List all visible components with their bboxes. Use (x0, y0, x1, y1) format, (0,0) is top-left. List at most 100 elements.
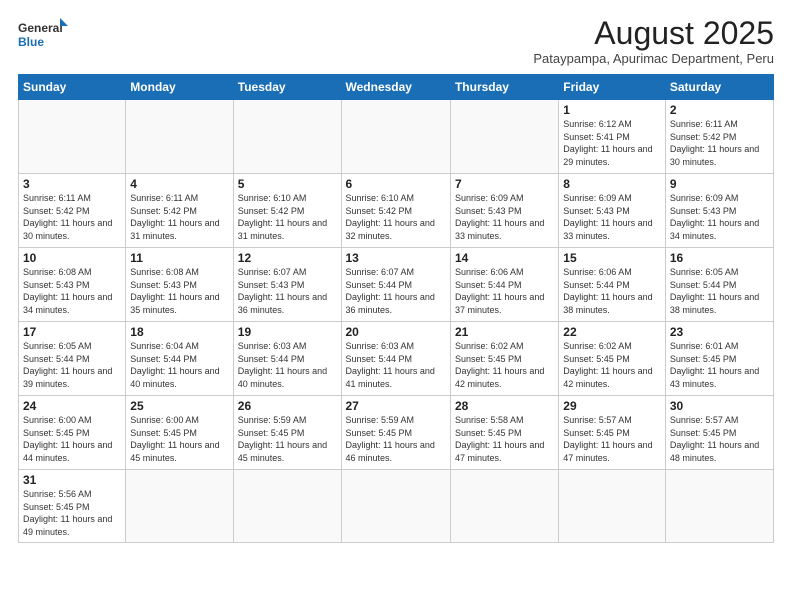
col-header-monday: Monday (126, 75, 233, 100)
calendar-cell: 23Sunrise: 6:01 AM Sunset: 5:45 PM Dayli… (665, 322, 773, 396)
day-info: Sunrise: 5:57 AM Sunset: 5:45 PM Dayligh… (670, 414, 769, 464)
page: General Blue August 2025 Pataypampa, Apu… (0, 0, 792, 612)
day-number: 27 (346, 399, 446, 413)
logo: General Blue (18, 16, 68, 54)
calendar-cell: 22Sunrise: 6:02 AM Sunset: 5:45 PM Dayli… (559, 322, 666, 396)
calendar-cell: 13Sunrise: 6:07 AM Sunset: 5:44 PM Dayli… (341, 248, 450, 322)
day-info: Sunrise: 6:02 AM Sunset: 5:45 PM Dayligh… (563, 340, 661, 390)
day-info: Sunrise: 6:11 AM Sunset: 5:42 PM Dayligh… (23, 192, 121, 242)
day-info: Sunrise: 6:10 AM Sunset: 5:42 PM Dayligh… (346, 192, 446, 242)
calendar-cell: 31Sunrise: 5:56 AM Sunset: 5:45 PM Dayli… (19, 470, 126, 542)
day-info: Sunrise: 6:07 AM Sunset: 5:44 PM Dayligh… (346, 266, 446, 316)
day-info: Sunrise: 6:03 AM Sunset: 5:44 PM Dayligh… (238, 340, 337, 390)
day-number: 7 (455, 177, 554, 191)
svg-text:General: General (18, 21, 63, 35)
day-info: Sunrise: 6:05 AM Sunset: 5:44 PM Dayligh… (670, 266, 769, 316)
calendar-cell (559, 470, 666, 542)
day-number: 29 (563, 399, 661, 413)
day-info: Sunrise: 6:00 AM Sunset: 5:45 PM Dayligh… (130, 414, 228, 464)
calendar-cell: 25Sunrise: 6:00 AM Sunset: 5:45 PM Dayli… (126, 396, 233, 470)
calendar-cell: 18Sunrise: 6:04 AM Sunset: 5:44 PM Dayli… (126, 322, 233, 396)
calendar-cell: 27Sunrise: 5:59 AM Sunset: 5:45 PM Dayli… (341, 396, 450, 470)
day-number: 22 (563, 325, 661, 339)
calendar-cell: 16Sunrise: 6:05 AM Sunset: 5:44 PM Dayli… (665, 248, 773, 322)
day-info: Sunrise: 6:09 AM Sunset: 5:43 PM Dayligh… (670, 192, 769, 242)
day-info: Sunrise: 6:02 AM Sunset: 5:45 PM Dayligh… (455, 340, 554, 390)
calendar-cell: 29Sunrise: 5:57 AM Sunset: 5:45 PM Dayli… (559, 396, 666, 470)
day-info: Sunrise: 6:08 AM Sunset: 5:43 PM Dayligh… (23, 266, 121, 316)
calendar-week-4: 17Sunrise: 6:05 AM Sunset: 5:44 PM Dayli… (19, 322, 774, 396)
day-number: 13 (346, 251, 446, 265)
day-info: Sunrise: 6:05 AM Sunset: 5:44 PM Dayligh… (23, 340, 121, 390)
day-number: 15 (563, 251, 661, 265)
day-number: 20 (346, 325, 446, 339)
day-info: Sunrise: 6:01 AM Sunset: 5:45 PM Dayligh… (670, 340, 769, 390)
calendar: SundayMondayTuesdayWednesdayThursdayFrid… (18, 74, 774, 542)
day-number: 28 (455, 399, 554, 413)
day-number: 21 (455, 325, 554, 339)
col-header-tuesday: Tuesday (233, 75, 341, 100)
day-number: 17 (23, 325, 121, 339)
calendar-cell: 19Sunrise: 6:03 AM Sunset: 5:44 PM Dayli… (233, 322, 341, 396)
day-info: Sunrise: 6:09 AM Sunset: 5:43 PM Dayligh… (563, 192, 661, 242)
calendar-cell: 6Sunrise: 6:10 AM Sunset: 5:42 PM Daylig… (341, 174, 450, 248)
calendar-cell: 8Sunrise: 6:09 AM Sunset: 5:43 PM Daylig… (559, 174, 666, 248)
day-number: 5 (238, 177, 337, 191)
title-block: August 2025 Pataypampa, Apurimac Departm… (533, 16, 774, 66)
calendar-cell (341, 100, 450, 174)
calendar-cell (665, 470, 773, 542)
generalblue-logo-icon: General Blue (18, 16, 68, 54)
day-number: 19 (238, 325, 337, 339)
calendar-cell: 14Sunrise: 6:06 AM Sunset: 5:44 PM Dayli… (450, 248, 558, 322)
calendar-cell (450, 100, 558, 174)
day-info: Sunrise: 6:11 AM Sunset: 5:42 PM Dayligh… (130, 192, 228, 242)
header: General Blue August 2025 Pataypampa, Apu… (18, 16, 774, 66)
day-info: Sunrise: 5:56 AM Sunset: 5:45 PM Dayligh… (23, 488, 121, 538)
col-header-wednesday: Wednesday (341, 75, 450, 100)
calendar-cell: 3Sunrise: 6:11 AM Sunset: 5:42 PM Daylig… (19, 174, 126, 248)
svg-text:Blue: Blue (18, 35, 44, 49)
calendar-cell: 15Sunrise: 6:06 AM Sunset: 5:44 PM Dayli… (559, 248, 666, 322)
day-info: Sunrise: 5:57 AM Sunset: 5:45 PM Dayligh… (563, 414, 661, 464)
calendar-cell: 1Sunrise: 6:12 AM Sunset: 5:41 PM Daylig… (559, 100, 666, 174)
col-header-thursday: Thursday (450, 75, 558, 100)
calendar-cell (126, 470, 233, 542)
calendar-cell: 12Sunrise: 6:07 AM Sunset: 5:43 PM Dayli… (233, 248, 341, 322)
day-number: 3 (23, 177, 121, 191)
calendar-cell: 10Sunrise: 6:08 AM Sunset: 5:43 PM Dayli… (19, 248, 126, 322)
day-info: Sunrise: 6:03 AM Sunset: 5:44 PM Dayligh… (346, 340, 446, 390)
calendar-cell: 30Sunrise: 5:57 AM Sunset: 5:45 PM Dayli… (665, 396, 773, 470)
calendar-cell: 11Sunrise: 6:08 AM Sunset: 5:43 PM Dayli… (126, 248, 233, 322)
calendar-cell: 5Sunrise: 6:10 AM Sunset: 5:42 PM Daylig… (233, 174, 341, 248)
calendar-week-3: 10Sunrise: 6:08 AM Sunset: 5:43 PM Dayli… (19, 248, 774, 322)
calendar-week-6: 31Sunrise: 5:56 AM Sunset: 5:45 PM Dayli… (19, 470, 774, 542)
day-number: 31 (23, 473, 121, 487)
col-header-saturday: Saturday (665, 75, 773, 100)
day-info: Sunrise: 6:00 AM Sunset: 5:45 PM Dayligh… (23, 414, 121, 464)
day-number: 25 (130, 399, 228, 413)
calendar-cell: 7Sunrise: 6:09 AM Sunset: 5:43 PM Daylig… (450, 174, 558, 248)
calendar-cell: 2Sunrise: 6:11 AM Sunset: 5:42 PM Daylig… (665, 100, 773, 174)
day-info: Sunrise: 6:11 AM Sunset: 5:42 PM Dayligh… (670, 118, 769, 168)
day-number: 26 (238, 399, 337, 413)
calendar-cell: 26Sunrise: 5:59 AM Sunset: 5:45 PM Dayli… (233, 396, 341, 470)
col-header-friday: Friday (559, 75, 666, 100)
day-info: Sunrise: 6:06 AM Sunset: 5:44 PM Dayligh… (563, 266, 661, 316)
calendar-cell (341, 470, 450, 542)
calendar-cell: 17Sunrise: 6:05 AM Sunset: 5:44 PM Dayli… (19, 322, 126, 396)
day-number: 10 (23, 251, 121, 265)
day-number: 30 (670, 399, 769, 413)
calendar-week-1: 1Sunrise: 6:12 AM Sunset: 5:41 PM Daylig… (19, 100, 774, 174)
day-info: Sunrise: 5:59 AM Sunset: 5:45 PM Dayligh… (346, 414, 446, 464)
day-info: Sunrise: 5:59 AM Sunset: 5:45 PM Dayligh… (238, 414, 337, 464)
day-number: 14 (455, 251, 554, 265)
calendar-cell: 9Sunrise: 6:09 AM Sunset: 5:43 PM Daylig… (665, 174, 773, 248)
day-info: Sunrise: 6:08 AM Sunset: 5:43 PM Dayligh… (130, 266, 228, 316)
day-number: 16 (670, 251, 769, 265)
calendar-cell (233, 100, 341, 174)
calendar-cell (19, 100, 126, 174)
day-number: 23 (670, 325, 769, 339)
day-info: Sunrise: 6:09 AM Sunset: 5:43 PM Dayligh… (455, 192, 554, 242)
main-title: August 2025 (533, 16, 774, 51)
calendar-cell (233, 470, 341, 542)
